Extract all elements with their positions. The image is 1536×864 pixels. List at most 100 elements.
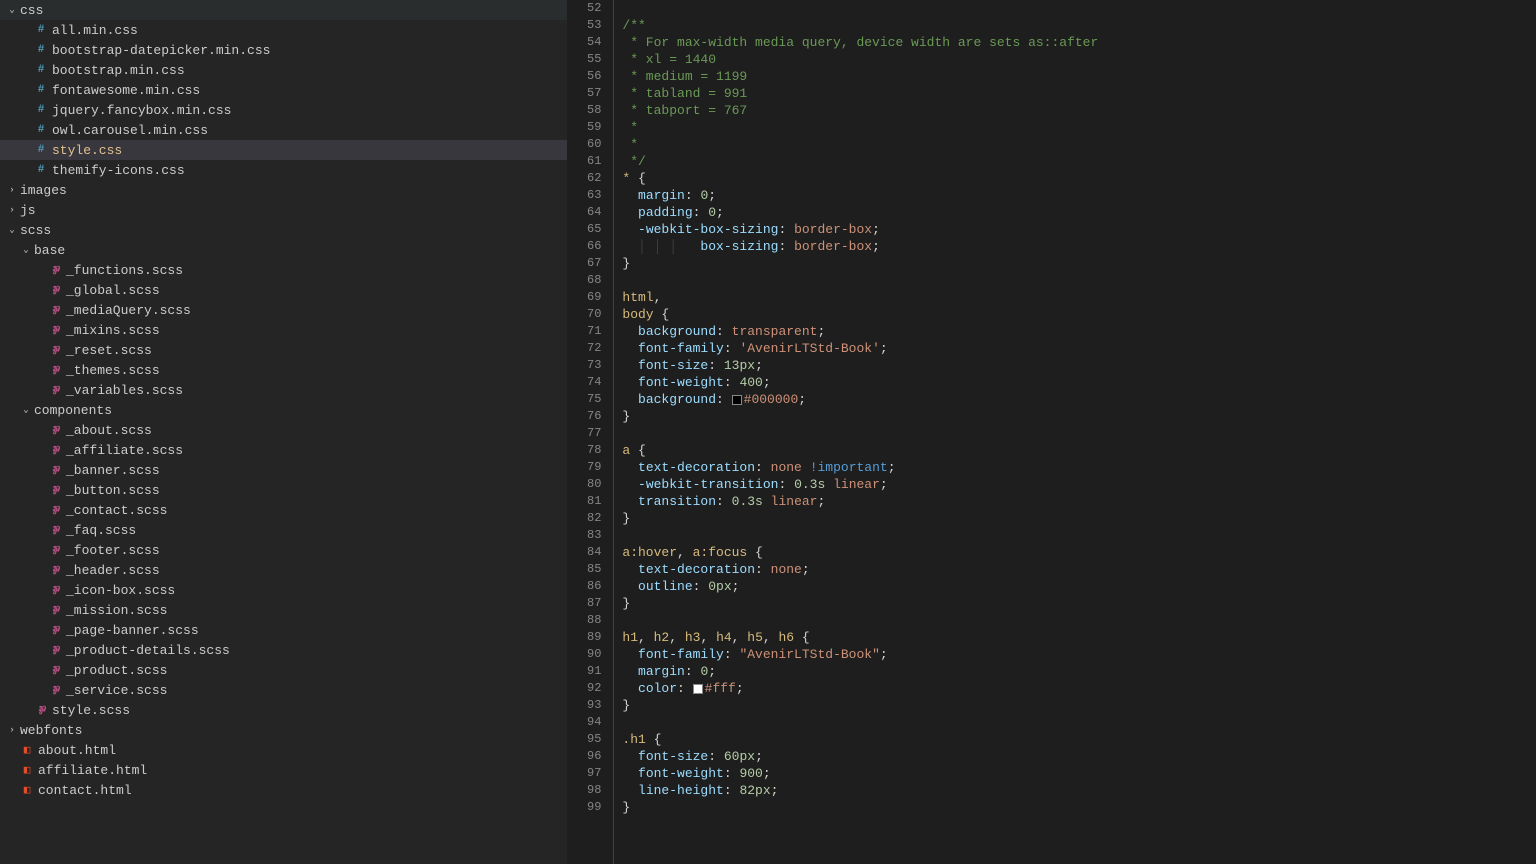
file-item[interactable]: ◧affiliate.html xyxy=(0,760,567,780)
code-line[interactable]: a:hover, a:focus { xyxy=(622,544,1536,561)
code-line[interactable]: line-height: 82px; xyxy=(622,782,1536,799)
code-line[interactable]: transition: 0.3s linear; xyxy=(622,493,1536,510)
code-line[interactable]: * medium = 1199 xyxy=(622,68,1536,85)
code-line[interactable]: * tabland = 991 xyxy=(622,85,1536,102)
file-item[interactable]: ⅌_header.scss xyxy=(0,560,567,580)
code-line[interactable]: outline: 0px; xyxy=(622,578,1536,595)
code-line[interactable]: color: #fff; xyxy=(622,680,1536,697)
code-editor[interactable]: 5253545556575859606162636465666768697071… xyxy=(567,0,1536,864)
code-line[interactable]: margin: 0; xyxy=(622,187,1536,204)
code-line[interactable]: * xyxy=(622,119,1536,136)
file-item[interactable]: ⅌_faq.scss xyxy=(0,520,567,540)
file-item[interactable]: ⅌_page-banner.scss xyxy=(0,620,567,640)
code-line[interactable]: background: #000000; xyxy=(622,391,1536,408)
folder-item[interactable]: ›js xyxy=(0,200,567,220)
code-line[interactable]: /** xyxy=(622,17,1536,34)
folder-item[interactable]: ⌄scss xyxy=(0,220,567,240)
code-line[interactable]: a { xyxy=(622,442,1536,459)
file-item[interactable]: ⅌_footer.scss xyxy=(0,540,567,560)
file-item[interactable]: ⅌_themes.scss xyxy=(0,360,567,380)
file-item[interactable]: #style.css xyxy=(0,140,567,160)
file-item[interactable]: ⅌_icon-box.scss xyxy=(0,580,567,600)
sass-file-icon: ⅌ xyxy=(48,583,62,598)
code-line[interactable]: * { xyxy=(622,170,1536,187)
code-line[interactable]: font-weight: 900; xyxy=(622,765,1536,782)
file-item[interactable]: ⅌_functions.scss xyxy=(0,260,567,280)
file-item[interactable]: #bootstrap-datepicker.min.css xyxy=(0,40,567,60)
file-item[interactable]: ⅌_product-details.scss xyxy=(0,640,567,660)
line-number: 52 xyxy=(587,0,601,17)
code-line[interactable]: text-decoration: none !important; xyxy=(622,459,1536,476)
code-line[interactable]: html, xyxy=(622,289,1536,306)
code-line[interactable]: } xyxy=(622,255,1536,272)
code-line[interactable] xyxy=(622,612,1536,629)
folder-item[interactable]: ›webfonts xyxy=(0,720,567,740)
file-explorer[interactable]: ⌄css#all.min.css#bootstrap-datepicker.mi… xyxy=(0,0,567,864)
file-item[interactable]: ⅌_product.scss xyxy=(0,660,567,680)
code-line[interactable] xyxy=(622,425,1536,442)
file-item[interactable]: ◧contact.html xyxy=(0,780,567,800)
file-item[interactable]: ⅌_mission.scss xyxy=(0,600,567,620)
file-item[interactable]: ⅌_service.scss xyxy=(0,680,567,700)
file-item[interactable]: #jquery.fancybox.min.css xyxy=(0,100,567,120)
code-line[interactable]: } xyxy=(622,510,1536,527)
file-item[interactable]: #all.min.css xyxy=(0,20,567,40)
code-line[interactable]: background: transparent; xyxy=(622,323,1536,340)
chevron-right-icon: › xyxy=(6,205,18,215)
folder-item[interactable]: ⌄components xyxy=(0,400,567,420)
code-line[interactable]: * For max-width media query, device widt… xyxy=(622,34,1536,51)
code-line[interactable]: } xyxy=(622,697,1536,714)
code-line[interactable]: .h1 { xyxy=(622,731,1536,748)
code-line[interactable]: │ │ │ box-sizing: border-box; xyxy=(622,238,1536,255)
code-line[interactable]: font-size: 60px; xyxy=(622,748,1536,765)
file-item[interactable]: #fontawesome.min.css xyxy=(0,80,567,100)
code-line[interactable]: body { xyxy=(622,306,1536,323)
folder-item[interactable]: ›images xyxy=(0,180,567,200)
code-line[interactable]: -webkit-transition: 0.3s linear; xyxy=(622,476,1536,493)
code-line[interactable] xyxy=(622,272,1536,289)
code-line[interactable]: */ xyxy=(622,153,1536,170)
code-content[interactable]: /** * For max-width media query, device … xyxy=(613,0,1536,864)
sass-file-icon: ⅌ xyxy=(48,483,62,498)
code-line[interactable]: * xyxy=(622,136,1536,153)
code-line[interactable]: padding: 0; xyxy=(622,204,1536,221)
code-line[interactable]: text-decoration: none; xyxy=(622,561,1536,578)
code-line[interactable]: * xl = 1440 xyxy=(622,51,1536,68)
file-item[interactable]: ⅌_reset.scss xyxy=(0,340,567,360)
folder-item[interactable]: ⌄css xyxy=(0,0,567,20)
file-item[interactable]: #owl.carousel.min.css xyxy=(0,120,567,140)
file-item[interactable]: ⅌_contact.scss xyxy=(0,500,567,520)
code-line[interactable]: font-family: "AvenirLTStd-Book"; xyxy=(622,646,1536,663)
sass-file-icon: ⅌ xyxy=(48,523,62,538)
file-item[interactable]: ⅌_mixins.scss xyxy=(0,320,567,340)
file-item[interactable]: ⅌_banner.scss xyxy=(0,460,567,480)
code-line[interactable] xyxy=(622,714,1536,731)
code-line[interactable]: h1, h2, h3, h4, h5, h6 { xyxy=(622,629,1536,646)
folder-item[interactable]: ⌄base xyxy=(0,240,567,260)
code-line[interactable]: * tabport = 767 xyxy=(622,102,1536,119)
file-item[interactable]: ⅌style.scss xyxy=(0,700,567,720)
tree-item-label: _reset.scss xyxy=(66,343,152,358)
file-item[interactable]: ⅌_global.scss xyxy=(0,280,567,300)
code-line[interactable]: -webkit-box-sizing: border-box; xyxy=(622,221,1536,238)
code-line[interactable] xyxy=(622,527,1536,544)
file-item[interactable]: #bootstrap.min.css xyxy=(0,60,567,80)
code-line[interactable]: font-weight: 400; xyxy=(622,374,1536,391)
code-line[interactable]: } xyxy=(622,408,1536,425)
file-item[interactable]: ⅌_about.scss xyxy=(0,420,567,440)
file-item[interactable]: #themify-icons.css xyxy=(0,160,567,180)
code-line[interactable]: } xyxy=(622,595,1536,612)
file-item[interactable]: ⅌_button.scss xyxy=(0,480,567,500)
html-file-icon: ◧ xyxy=(20,763,34,777)
file-item[interactable]: ⅌_affiliate.scss xyxy=(0,440,567,460)
sass-file-icon: ⅌ xyxy=(48,303,62,318)
code-line[interactable]: font-family: 'AvenirLTStd-Book'; xyxy=(622,340,1536,357)
sass-file-icon: ⅌ xyxy=(48,683,62,698)
file-item[interactable]: ◧about.html xyxy=(0,740,567,760)
code-line[interactable] xyxy=(622,0,1536,17)
file-item[interactable]: ⅌_mediaQuery.scss xyxy=(0,300,567,320)
file-item[interactable]: ⅌_variables.scss xyxy=(0,380,567,400)
code-line[interactable]: } xyxy=(622,799,1536,816)
code-line[interactable]: margin: 0; xyxy=(622,663,1536,680)
code-line[interactable]: font-size: 13px; xyxy=(622,357,1536,374)
